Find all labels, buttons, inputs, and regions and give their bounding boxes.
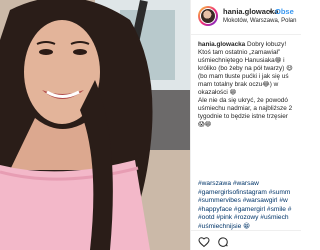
caption-text: Dobry łobuzy! — [245, 41, 287, 48]
caption-line: okazałości 😁 — [198, 89, 237, 96]
caption-line: tygodnie to będzie istne trzęsier — [198, 113, 288, 120]
avatar[interactable] — [198, 6, 218, 26]
comment-icon[interactable] — [217, 236, 229, 248]
hashtag-line[interactable]: #gamergirlsofinstagram #summ — [198, 189, 301, 198]
post-panel: hania.glowacka • Obse Mokotów, Warszawa,… — [190, 0, 301, 250]
avatar-image — [200, 8, 216, 24]
caption-line: hania.glowacka Dobry łobuzy! — [198, 41, 301, 49]
caption-line: Ktoś tam ostatnio „zamawiał” — [198, 49, 281, 56]
separator-dot: • — [269, 7, 272, 16]
hashtag-line[interactable]: #ootd #pink #rozowy #uśmiech — [198, 214, 301, 223]
caption-line: (bo mam tłuste pućki i jak się uś — [198, 73, 289, 80]
caption-line: uśmiechniętego Hanusiaka😁 i — [198, 57, 285, 64]
hashtag-line[interactable]: #warszawa #warsaw — [198, 180, 301, 189]
hashtags: #warszawa #warsaw #gamergirlsofinstagram… — [198, 180, 301, 231]
post-actions — [191, 230, 301, 250]
post-caption: hania.glowacka Dobry łobuzy! Ktoś tam os… — [198, 41, 301, 129]
post-header: hania.glowacka • Obse Mokotów, Warszawa,… — [191, 0, 301, 35]
caption-line: mam totalny brak oczu😂) w — [198, 81, 279, 88]
caption-line: króliko (bo żeby na pół twarzy) 😃 — [198, 65, 293, 72]
caption-line: Ale nie da się ukryć, że powodó — [198, 97, 288, 104]
location-link[interactable]: Mokotów, Warszawa, Polan — [223, 18, 296, 24]
heart-icon[interactable] — [198, 236, 210, 248]
caption-line: 😱😁 — [198, 121, 212, 128]
follow-button[interactable]: Obse — [275, 7, 294, 16]
selfie-image — [0, 0, 190, 250]
post-photo[interactable] — [0, 0, 190, 250]
caption-line: uśmiechu nadmiar, a najbliższe 2 — [198, 105, 293, 112]
hashtag-line[interactable]: #happyface #gamergirl #smile # — [198, 206, 301, 215]
caption-username[interactable]: hania.glowacka — [198, 41, 245, 48]
hashtag-line[interactable]: #summervibes #warsawgirl #w — [198, 197, 301, 206]
